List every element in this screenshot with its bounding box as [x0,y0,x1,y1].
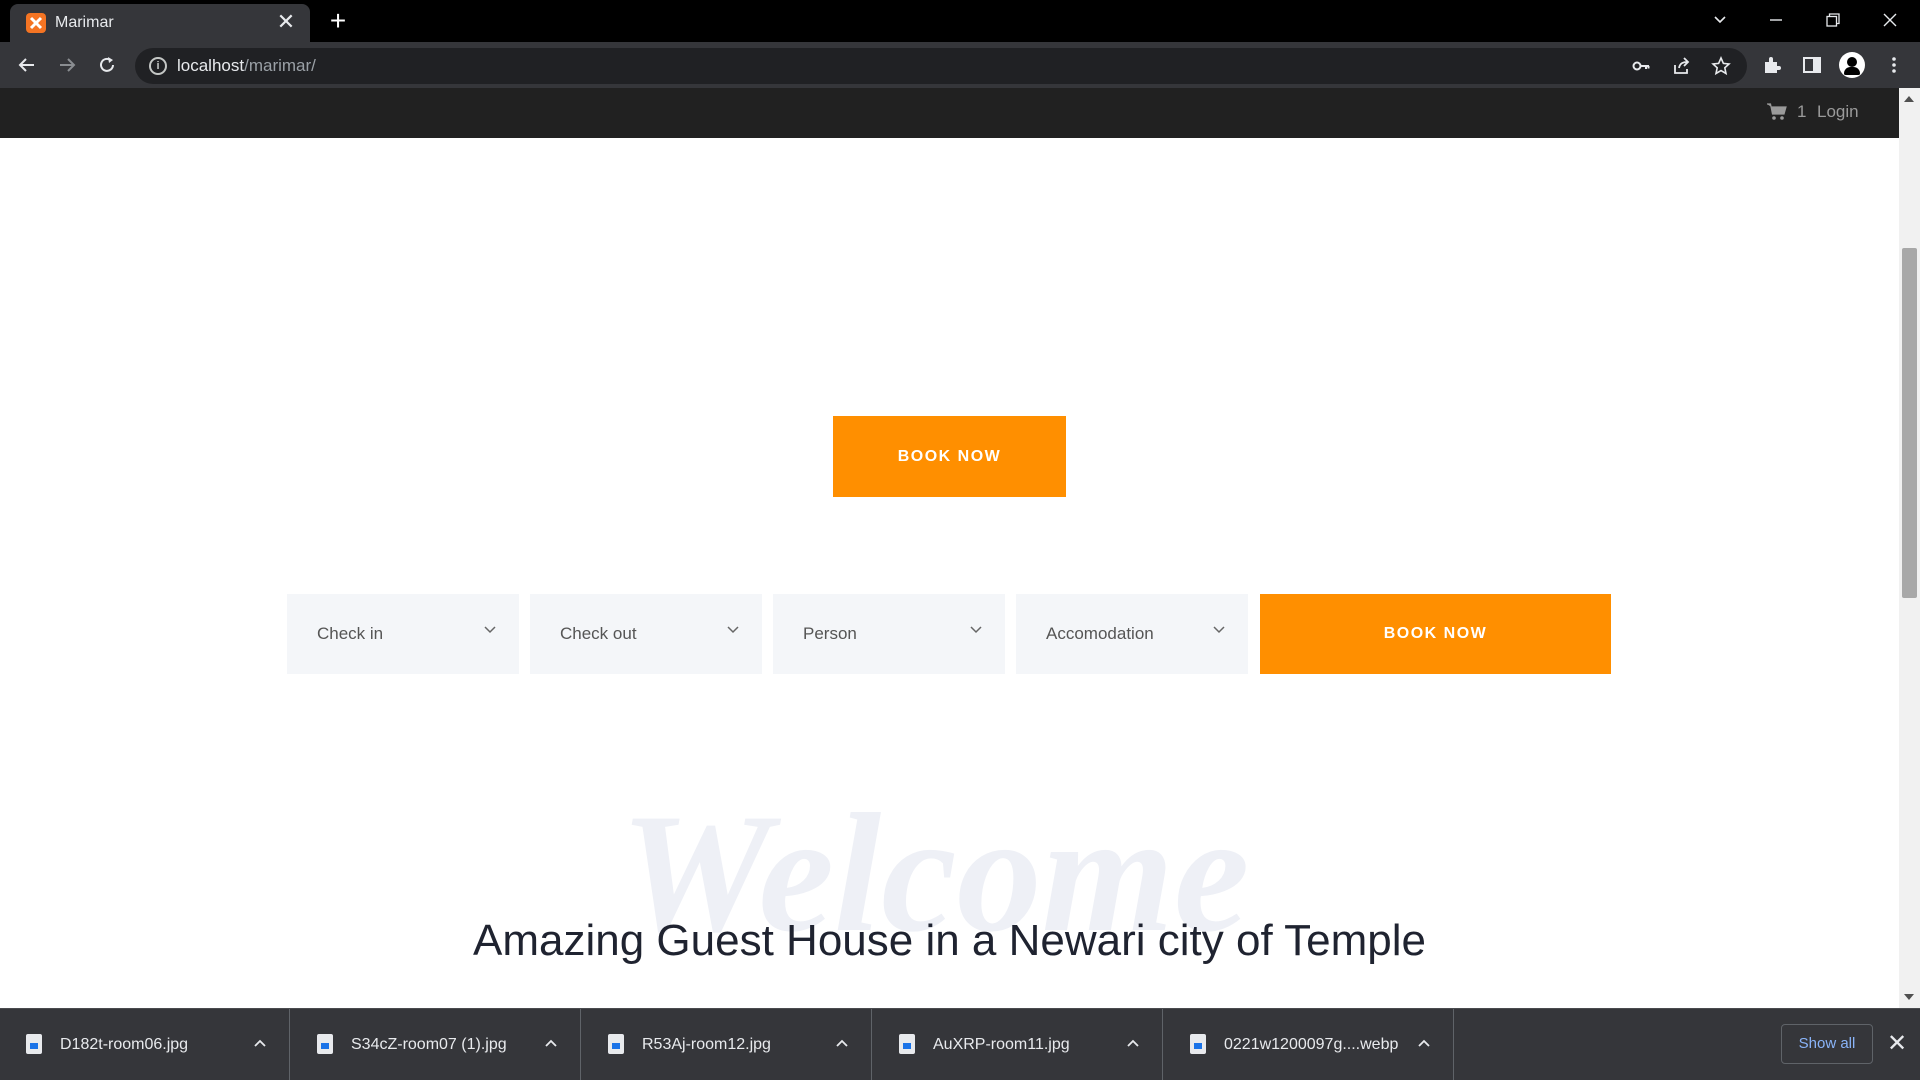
url-text[interactable]: localhost/marimar/ [177,56,316,76]
page-viewport: 1 Login BOOK NOW Check in Check out Pers… [0,88,1899,1008]
download-item[interactable]: S34cZ-room07 (1).jpg [291,1009,581,1080]
person-select[interactable]: Person [773,594,1005,674]
profile-avatar-icon[interactable] [1839,52,1865,78]
chevron-down-icon [970,626,982,634]
new-tab-button[interactable]: + [322,5,354,37]
download-filename: AuXRP-room11.jpg [933,1036,1070,1053]
booking-book-now-button[interactable]: BOOK NOW [1260,594,1611,674]
close-shelf-icon[interactable]: ✕ [1884,1031,1910,1057]
chevron-up-icon[interactable] [1415,1034,1433,1052]
check-out-select[interactable]: Check out [530,594,762,674]
downloads-shelf: D182t-room06.jpg S34cZ-room07 (1).jpg R5… [0,1008,1920,1080]
download-filename: D182t-room06.jpg [60,1036,189,1053]
forward-icon[interactable] [52,50,82,80]
browser-tab[interactable]: Marimar ✕ [10,4,310,42]
chevron-down-icon [1213,626,1225,634]
password-key-icon[interactable] [1629,54,1653,78]
browser-tab-strip: Marimar ✕ + [0,0,1920,42]
welcome-headline: Amazing Guest House in a Newari city of … [473,916,1426,965]
chevron-up-icon[interactable] [1124,1034,1142,1052]
site-info-icon[interactable]: i [149,57,167,75]
scrollbar-thumb[interactable] [1902,248,1917,598]
xampp-favicon-icon [26,13,46,33]
side-panel-icon[interactable] [1798,51,1826,79]
check-in-select[interactable]: Check in [287,594,519,674]
url-path: /marimar/ [244,56,316,75]
check-in-label: Check in [317,624,384,643]
download-item[interactable]: AuXRP-room11.jpg [873,1009,1163,1080]
minimize-icon[interactable] [1748,0,1804,40]
share-icon[interactable] [1669,54,1693,78]
image-file-icon [608,1034,624,1054]
show-all-downloads-button[interactable]: Show all [1781,1024,1873,1064]
page-scrollbar[interactable] [1899,88,1920,1008]
chevron-down-icon [484,626,496,634]
back-icon[interactable] [12,50,42,80]
extensions-icon[interactable] [1758,51,1786,79]
download-filename: R53Aj-room12.jpg [642,1036,771,1053]
booking-form: Check in Check out Person Accomodation B… [287,594,1611,674]
kebab-menu-icon[interactable] [1880,51,1908,79]
scroll-down-arrow-icon[interactable] [1904,994,1914,1000]
image-file-icon [26,1034,42,1054]
chevron-up-icon[interactable] [251,1034,269,1052]
restore-icon[interactable] [1805,0,1861,40]
image-file-icon [317,1034,333,1054]
download-item[interactable]: D182t-room06.jpg [0,1009,290,1080]
reload-icon[interactable] [92,50,122,80]
bookmark-star-icon[interactable] [1709,54,1733,78]
site-navbar: 1 Login [0,88,1899,138]
download-filename: S34cZ-room07 (1).jpg [351,1036,507,1053]
accomodation-label: Accomodation [1046,624,1154,643]
scroll-up-arrow-icon[interactable] [1904,96,1914,102]
download-item[interactable]: 0221w1200097g....webp [1164,1009,1454,1080]
close-window-icon[interactable] [1862,0,1918,40]
address-bar[interactable]: i localhost/marimar/ [135,48,1747,84]
browser-toolbar: i localhost/marimar/ [0,42,1920,88]
person-label: Person [803,624,857,643]
url-host: localhost [177,56,245,75]
cart-count[interactable]: 1 [1797,102,1806,122]
download-filename: 0221w1200097g....webp [1224,1036,1399,1053]
tab-title: Marimar [55,14,114,31]
hero-book-now-button[interactable]: BOOK NOW [833,416,1066,497]
tab-close-icon[interactable]: ✕ [274,10,298,34]
chevron-down-icon [727,626,739,634]
chevron-up-icon[interactable] [833,1034,851,1052]
check-out-label: Check out [560,624,637,643]
login-link[interactable]: Login [1817,102,1859,122]
tab-search-icon[interactable] [1692,0,1748,40]
image-file-icon [899,1034,915,1054]
chevron-up-icon[interactable] [542,1034,560,1052]
image-file-icon [1190,1034,1206,1054]
download-item[interactable]: R53Aj-room12.jpg [582,1009,872,1080]
cart-icon[interactable] [1767,103,1787,121]
accomodation-select[interactable]: Accomodation [1016,594,1248,674]
